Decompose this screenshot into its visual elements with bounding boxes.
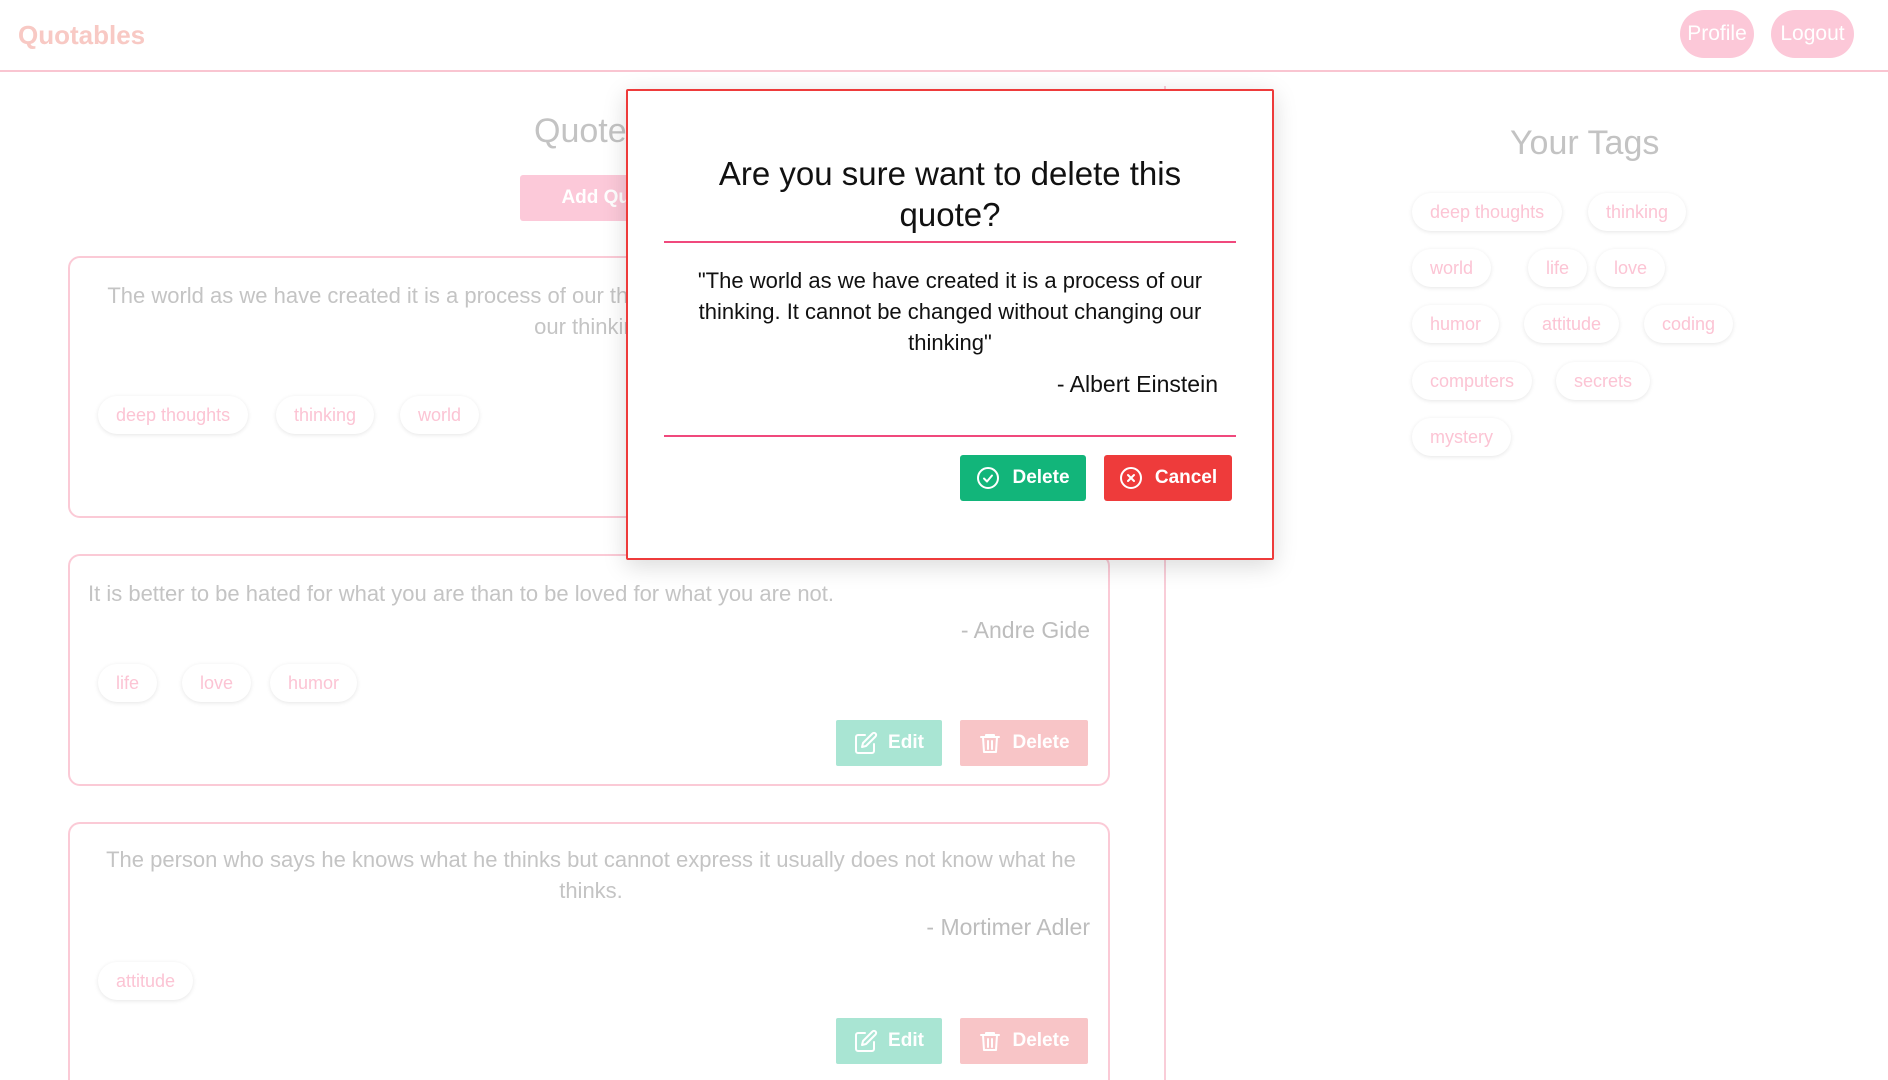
delete-confirm-modal: Are you sure want to delete this quote? … bbox=[626, 89, 1274, 560]
edit-button[interactable]: Edit bbox=[836, 720, 942, 766]
quote-tag[interactable]: humor bbox=[270, 664, 358, 702]
quote-card: The person who says he knows what he thi… bbox=[68, 822, 1110, 1080]
modal-quote-text: "The world as we have created it is a pr… bbox=[697, 268, 1203, 355]
your-tags-heading: Your Tags bbox=[1510, 124, 1660, 162]
edit-label: Edit bbox=[888, 732, 924, 753]
confirm-delete-button[interactable]: Delete bbox=[960, 455, 1086, 501]
sidebar-tag[interactable]: life bbox=[1528, 249, 1588, 287]
quote-tag[interactable]: life bbox=[98, 664, 158, 702]
trash-icon bbox=[980, 1032, 1001, 1051]
quote-tag[interactable]: world bbox=[400, 396, 480, 434]
modal-title: Are you sure want to delete this quote? bbox=[718, 155, 1182, 233]
sidebar-tag[interactable]: mystery bbox=[1412, 418, 1511, 456]
cancel-button[interactable]: Cancel bbox=[1104, 455, 1232, 501]
quote-text: It is better to be hated for what you ar… bbox=[88, 581, 835, 606]
delete-button[interactable]: Delete bbox=[960, 1018, 1088, 1064]
sidebar-tag[interactable]: humor bbox=[1412, 305, 1500, 343]
sidebar-tag[interactable]: attitude bbox=[1524, 305, 1620, 343]
navbar: Quotables Profile Logout bbox=[0, 0, 1888, 72]
sidebar-tag[interactable]: secrets bbox=[1556, 362, 1651, 400]
edit-label: Edit bbox=[888, 1030, 924, 1051]
x-circle-icon bbox=[1119, 467, 1142, 489]
quote-tag[interactable]: deep thoughts bbox=[98, 396, 249, 434]
quote-tag[interactable]: love bbox=[182, 664, 252, 702]
quote-text: The person who says he knows what he thi… bbox=[106, 847, 1076, 903]
delete-label: Delete bbox=[1012, 732, 1070, 753]
logout-button[interactable]: Logout bbox=[1771, 10, 1854, 58]
quote-author: - Mortimer Adler bbox=[926, 914, 1090, 940]
modal-divider bbox=[664, 241, 1236, 243]
brand-logo[interactable]: Quotables bbox=[18, 20, 145, 51]
modal-divider bbox=[664, 435, 1236, 437]
delete-button[interactable]: Delete bbox=[960, 720, 1088, 766]
sidebar-tag[interactable]: coding bbox=[1644, 305, 1734, 343]
sidebar-tag[interactable]: world bbox=[1412, 249, 1492, 287]
profile-button[interactable]: Profile bbox=[1680, 10, 1754, 58]
quote-tag[interactable]: attitude bbox=[98, 962, 194, 1000]
edit-icon bbox=[855, 731, 878, 754]
quote-tag[interactable]: thinking bbox=[276, 396, 375, 434]
sidebar-tag[interactable]: computers bbox=[1412, 362, 1533, 400]
confirm-delete-label: Delete bbox=[1012, 467, 1070, 488]
quote-card: It is better to be hated for what you ar… bbox=[68, 554, 1110, 786]
edit-button[interactable]: Edit bbox=[836, 1018, 942, 1064]
trash-icon bbox=[980, 734, 1001, 753]
delete-label: Delete bbox=[1012, 1030, 1070, 1051]
cancel-label: Cancel bbox=[1154, 467, 1218, 488]
sidebar-tag[interactable]: deep thoughts bbox=[1412, 193, 1563, 231]
check-circle-icon bbox=[977, 467, 1000, 489]
modal-quote-author: - Albert Einstein bbox=[1056, 371, 1218, 397]
sidebar-tag[interactable]: thinking bbox=[1588, 193, 1687, 231]
quote-author: - Andre Gide bbox=[960, 617, 1090, 643]
edit-icon bbox=[855, 1029, 878, 1052]
sidebar-tag[interactable]: love bbox=[1596, 249, 1666, 287]
